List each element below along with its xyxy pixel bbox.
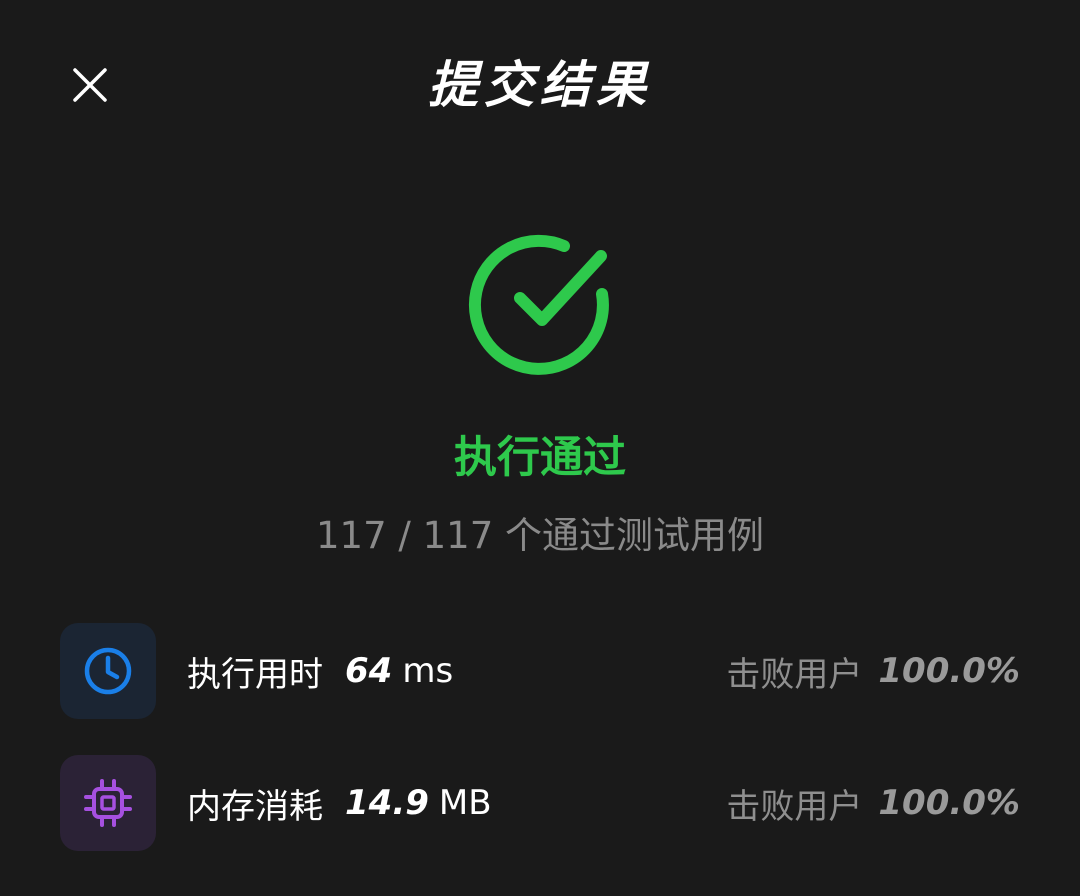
runtime-unit: ms xyxy=(402,651,454,691)
memory-metric-row: 内存消耗 14.9 MB 击败用户 100.0% xyxy=(60,755,1020,851)
status-title: 执行通过 xyxy=(454,433,626,483)
memory-rank-value: 100.0% xyxy=(878,783,1020,823)
clock-icon xyxy=(84,647,132,695)
memory-rank-label: 击败用户 xyxy=(726,786,863,827)
check-circle-icon xyxy=(468,234,609,375)
memory-value: 14.9 xyxy=(345,783,429,823)
memory-unit: MB xyxy=(438,783,492,823)
runtime-label: 执行用时 xyxy=(187,654,323,695)
runtime-value: 64 xyxy=(345,651,393,691)
page-title: 提交结果 xyxy=(428,56,652,114)
runtime-rank-label: 击败用户 xyxy=(726,654,863,695)
submission-result-page: 提交结果 执行通过 117 / 117 个通过测试用例 执行用时 64 ms 击… xyxy=(0,0,1080,896)
chip-icon xyxy=(84,779,132,827)
memory-label: 内存消耗 xyxy=(187,786,323,827)
test-case-summary: 117 / 117 个通过测试用例 xyxy=(316,514,764,557)
runtime-icon-box xyxy=(60,623,156,719)
runtime-metric-row: 执行用时 64 ms 击败用户 100.0% xyxy=(60,623,1020,719)
runtime-rank-value: 100.0% xyxy=(878,651,1020,691)
memory-icon-box xyxy=(60,755,156,851)
